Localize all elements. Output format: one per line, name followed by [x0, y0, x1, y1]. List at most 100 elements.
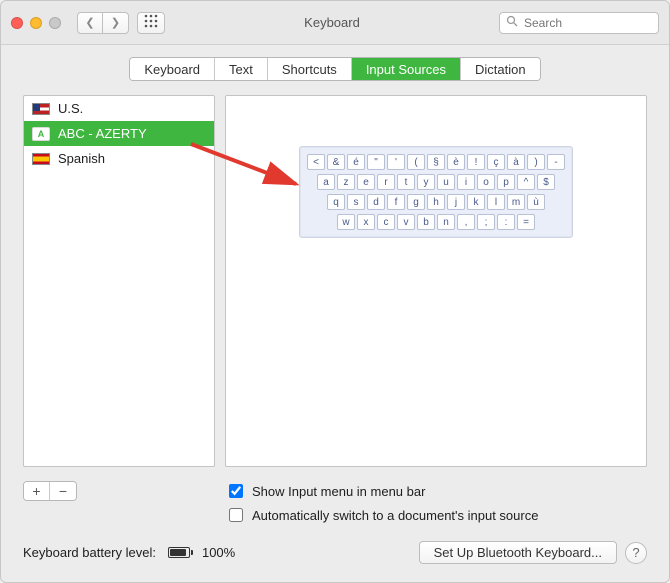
keyboard-key: é	[347, 154, 365, 170]
keyboard-key: r	[377, 174, 395, 190]
window-title: Keyboard	[173, 15, 491, 30]
auto-switch-option: Automatically switch to a document's inp…	[225, 503, 647, 527]
keyboard-key: -	[547, 154, 565, 170]
input-source-options: Show Input menu in menu bar Automaticall…	[225, 479, 647, 527]
keyboard-key: p	[497, 174, 515, 190]
keyboard-key: à	[507, 154, 525, 170]
input-sources-list[interactable]: U.S. A ABC - AZERTY Spanish	[24, 96, 214, 466]
keyboard-key: b	[417, 214, 435, 230]
show-input-menu-option: Show Input menu in menu bar	[225, 479, 647, 503]
input-source-label: ABC - AZERTY	[58, 126, 147, 141]
input-source-label: Spanish	[58, 151, 105, 166]
keyboard-key: t	[397, 174, 415, 190]
keyboard-row: <&é"'(§è!çà)-	[306, 153, 566, 171]
keyboard-key: j	[447, 194, 465, 210]
search-icon	[506, 15, 518, 30]
remove-source-button[interactable]: −	[50, 482, 76, 500]
search-input[interactable]	[522, 15, 652, 31]
keyboard-key: =	[517, 214, 535, 230]
battery-label: Keyboard battery level:	[23, 545, 156, 560]
titlebar: ❮ ❯ Keyboard	[1, 1, 669, 45]
tabs-row: KeyboardTextShortcutsInput SourcesDictat…	[1, 45, 669, 89]
keyboard-key: $	[537, 174, 555, 190]
back-button[interactable]: ❮	[77, 12, 103, 34]
setup-bluetooth-keyboard-button[interactable]: Set Up Bluetooth Keyboard...	[419, 541, 617, 564]
help-button[interactable]: ?	[625, 542, 647, 564]
minus-icon: −	[59, 483, 67, 499]
abc-badge-icon: A	[32, 127, 50, 141]
tab-keyboard[interactable]: Keyboard	[130, 58, 215, 80]
keyboard-key: e	[357, 174, 375, 190]
us-flag-icon	[32, 103, 50, 115]
help-icon: ?	[632, 545, 639, 560]
close-window-button[interactable]	[11, 17, 23, 29]
zoom-window-button[interactable]	[49, 17, 61, 29]
chevron-right-icon: ❯	[111, 16, 120, 29]
keyboard-key: ç	[487, 154, 505, 170]
keyboard-row: qsdfghjklmù	[306, 193, 566, 211]
content-area: U.S. A ABC - AZERTY Spanish <&é"'(§è!çà)- az…	[1, 89, 669, 477]
keyboard-key: ,	[457, 214, 475, 230]
keyboard-key: v	[397, 214, 415, 230]
nav-buttons: ❮ ❯	[77, 12, 129, 34]
tab-shortcuts[interactable]: Shortcuts	[268, 58, 352, 80]
keyboard-key: w	[337, 214, 355, 230]
keyboard-key: y	[417, 174, 435, 190]
grid-icon	[144, 14, 158, 31]
tab-dictation[interactable]: Dictation	[461, 58, 540, 80]
keyboard-key: k	[467, 194, 485, 210]
minimize-window-button[interactable]	[30, 17, 42, 29]
keyboard-key: l	[487, 194, 505, 210]
auto-switch-label: Automatically switch to a document's inp…	[252, 508, 538, 523]
battery-percentage: 100%	[202, 545, 235, 560]
keyboard-key: x	[357, 214, 375, 230]
battery-icon	[168, 547, 190, 558]
keyboard-key: m	[507, 194, 525, 210]
keyboard-key: u	[437, 174, 455, 190]
add-remove-control: + −	[23, 481, 77, 501]
keyboard-key: f	[387, 194, 405, 210]
below-panels-row: + − Show Input menu in menu bar Automati…	[1, 477, 669, 527]
tabs-segmented-control: KeyboardTextShortcutsInput SourcesDictat…	[129, 57, 540, 81]
add-source-button[interactable]: +	[24, 482, 50, 500]
keyboard-row: azertyuiop^$	[306, 173, 566, 191]
keyboard-key: z	[337, 174, 355, 190]
keyboard-key: i	[457, 174, 475, 190]
keyboard-key: o	[477, 174, 495, 190]
footer: Keyboard battery level: 100% Set Up Blue…	[1, 527, 669, 582]
es-flag-icon	[32, 153, 50, 165]
keyboard-key: ù	[527, 194, 545, 210]
plus-icon: +	[32, 483, 40, 499]
forward-button[interactable]: ❯	[103, 12, 129, 34]
keyboard-key: d	[367, 194, 385, 210]
keyboard-key: h	[427, 194, 445, 210]
keyboard-key: c	[377, 214, 395, 230]
show-input-menu-label: Show Input menu in menu bar	[252, 484, 425, 499]
keyboard-layout-preview: <&é"'(§è!çà)- azertyuiop^$ qsdfghjklmù wxcv…	[225, 95, 647, 467]
keyboard-key: §	[427, 154, 445, 170]
search-field[interactable]	[499, 12, 659, 34]
tab-text[interactable]: Text	[215, 58, 268, 80]
window-controls	[11, 17, 61, 29]
show-input-menu-checkbox[interactable]	[229, 484, 243, 498]
keyboard-key: :	[497, 214, 515, 230]
tab-input-sources[interactable]: Input Sources	[352, 58, 461, 80]
show-all-prefs-button[interactable]	[137, 12, 165, 34]
input-source-item[interactable]: Spanish	[24, 146, 214, 171]
chevron-left-icon: ❮	[85, 16, 94, 29]
input-source-label: U.S.	[58, 101, 83, 116]
keyboard-key: )	[527, 154, 545, 170]
keyboard-diagram: <&é"'(§è!çà)- azertyuiop^$ qsdfghjklmù wxcv…	[299, 146, 573, 238]
auto-switch-checkbox[interactable]	[229, 508, 243, 522]
keyboard-key: g	[407, 194, 425, 210]
keyboard-row: wxcvbn,;:=	[306, 213, 566, 231]
keyboard-key: &	[327, 154, 345, 170]
keyboard-key: <	[307, 154, 325, 170]
keyboard-key: a	[317, 174, 335, 190]
keyboard-key: '	[387, 154, 405, 170]
input-source-item[interactable]: U.S.	[24, 96, 214, 121]
keyboard-key: (	[407, 154, 425, 170]
input-source-item[interactable]: A ABC - AZERTY	[24, 121, 214, 146]
keyboard-key: !	[467, 154, 485, 170]
keyboard-key: s	[347, 194, 365, 210]
